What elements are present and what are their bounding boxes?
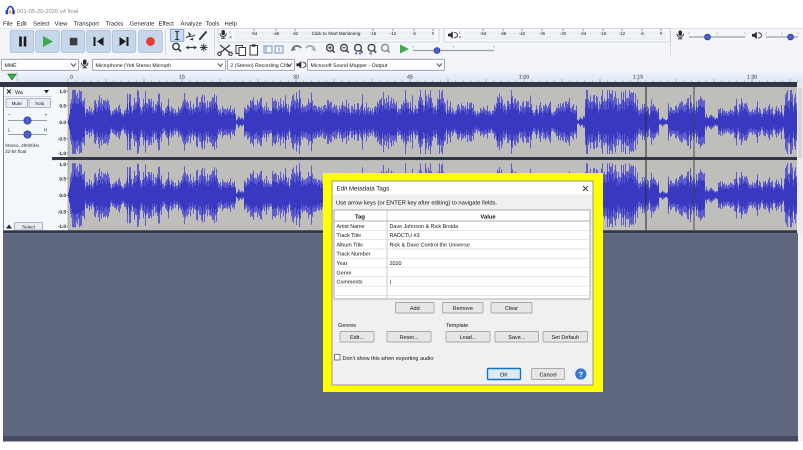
svg-text:Rick & Dave Control the Univer: Rick & Dave Control the Universe — [390, 242, 470, 248]
svg-text:15: 15 — [179, 74, 185, 80]
svg-text:0.0: 0.0 — [59, 193, 66, 199]
svg-text:Microsoft Sound Mapper - Outpu: Microsoft Sound Mapper - Output — [311, 63, 388, 69]
svg-text:Solo: Solo — [35, 101, 45, 106]
svg-text:0.0: 0.0 — [59, 120, 66, 126]
svg-text:Generate: Generate — [130, 20, 156, 27]
svg-text:-24: -24 — [580, 31, 587, 36]
svg-text:Use arrow keys (or ENTER key a: Use arrow keys (or ENTER key after editi… — [336, 200, 497, 207]
svg-text:1.0: 1.0 — [59, 89, 66, 95]
svg-text:Track Title: Track Title — [337, 233, 362, 239]
svg-text:-6: -6 — [412, 31, 416, 36]
svg-text:-42: -42 — [292, 31, 299, 36]
svg-text:-1.0: -1.0 — [58, 224, 67, 230]
svg-text:-0.5: -0.5 — [58, 136, 67, 142]
svg-text:Remove: Remove — [453, 306, 473, 312]
svg-text:0: 0 — [70, 74, 73, 80]
svg-text:32-bit float: 32-bit float — [5, 149, 27, 154]
svg-text:Tag: Tag — [355, 215, 365, 221]
svg-text:Genres: Genres — [338, 323, 356, 329]
svg-text:Artist Name: Artist Name — [337, 224, 365, 230]
svg-text:Effect: Effect — [159, 20, 175, 27]
svg-text:-48: -48 — [273, 31, 280, 36]
svg-text:1.0: 1.0 — [59, 162, 66, 168]
svg-text:Mute: Mute — [12, 101, 23, 106]
svg-text:-12: -12 — [390, 31, 397, 36]
svg-text:Album Title: Album Title — [337, 242, 364, 248]
svg-text:Genre: Genre — [337, 270, 352, 276]
svg-text:-48: -48 — [500, 31, 507, 36]
svg-text:Cancel: Cancel — [539, 373, 556, 379]
svg-text:+: + — [45, 113, 48, 119]
svg-text:Dave Johnson & Rick Broida: Dave Johnson & Rick Broida — [390, 224, 459, 230]
svg-text:45: 45 — [407, 74, 413, 80]
svg-text:Value: Value — [480, 214, 496, 221]
svg-text:-6: -6 — [640, 31, 644, 36]
svg-text:L: L — [230, 30, 232, 34]
svg-text:Year: Year — [337, 261, 348, 267]
svg-text:Tools: Tools — [206, 20, 220, 27]
svg-text:Reset...: Reset... — [400, 335, 419, 341]
svg-text:1:30: 1:30 — [747, 74, 758, 80]
svg-text:Add: Add — [410, 306, 420, 312]
svg-text:Load...: Load... — [460, 335, 477, 341]
svg-text:L: L — [459, 30, 461, 34]
svg-text:0.5: 0.5 — [59, 177, 66, 183]
svg-text:-42: -42 — [519, 31, 526, 36]
svg-text:MME: MME — [5, 63, 18, 69]
svg-text:−: − — [8, 113, 11, 119]
svg-text:-30: -30 — [560, 31, 567, 36]
svg-text:Set Default: Set Default — [552, 335, 580, 341]
svg-text:Microphone (Yeti Stereo Microp: Microphone (Yeti Stereo Microph — [96, 63, 171, 69]
svg-text:Analyze: Analyze — [181, 20, 203, 27]
svg-text:RADCTU #3: RADCTU #3 — [390, 233, 420, 239]
svg-text:-12: -12 — [619, 31, 626, 36]
svg-text:OK: OK — [500, 373, 508, 379]
svg-text:Tracks: Tracks — [106, 20, 124, 27]
svg-text:Transport: Transport — [74, 20, 100, 27]
svg-text:Clear: Clear — [505, 306, 518, 312]
svg-text:Template: Template — [446, 323, 468, 329]
svg-text:-54: -54 — [480, 31, 487, 36]
svg-text:-36: -36 — [539, 31, 546, 36]
svg-text:-1.0: -1.0 — [58, 151, 67, 157]
svg-text:Select: Select — [33, 20, 50, 27]
svg-text:Comments: Comments — [337, 280, 363, 286]
svg-text:View: View — [55, 20, 69, 27]
svg-text:Save...: Save... — [508, 335, 526, 341]
svg-text:|: | — [390, 280, 391, 286]
svg-text:0.5: 0.5 — [59, 103, 66, 109]
svg-text:Stereo, 48000Hz: Stereo, 48000Hz — [5, 143, 40, 148]
svg-text:-54: -54 — [251, 31, 258, 36]
svg-text:File: File — [3, 20, 13, 27]
svg-text:2 (Stereo) Recording Cha: 2 (Stereo) Recording Cha — [231, 63, 290, 69]
svg-text:L: L — [8, 128, 11, 133]
svg-text:Edit...: Edit... — [350, 335, 365, 341]
svg-text:Help: Help — [225, 20, 238, 27]
svg-text:Don't show this when exporting: Don't show this when exporting audio — [343, 356, 434, 362]
svg-text:Edit: Edit — [17, 20, 28, 27]
svg-text:-18: -18 — [600, 31, 607, 36]
svg-text:Edit Metadata Tags: Edit Metadata Tags — [337, 186, 390, 193]
svg-text:Select: Select — [22, 224, 35, 229]
svg-text:Click to Start Monitoring: Click to Start Monitoring — [312, 31, 361, 36]
svg-text:-0.5: -0.5 — [58, 210, 67, 216]
svg-text:?: ? — [579, 370, 584, 379]
svg-text:1:15: 1:15 — [633, 74, 644, 80]
svg-text:2020: 2020 — [390, 261, 402, 267]
svg-text:30: 30 — [293, 74, 299, 80]
svg-text:-18: -18 — [370, 31, 377, 36]
svg-text:1:00: 1:00 — [519, 74, 530, 80]
svg-text:Wa: Wa — [15, 90, 23, 96]
svg-text:001-05-20-2020 v4 final: 001-05-20-2020 v4 final — [17, 8, 78, 15]
svg-text:Track Number: Track Number — [337, 252, 371, 258]
